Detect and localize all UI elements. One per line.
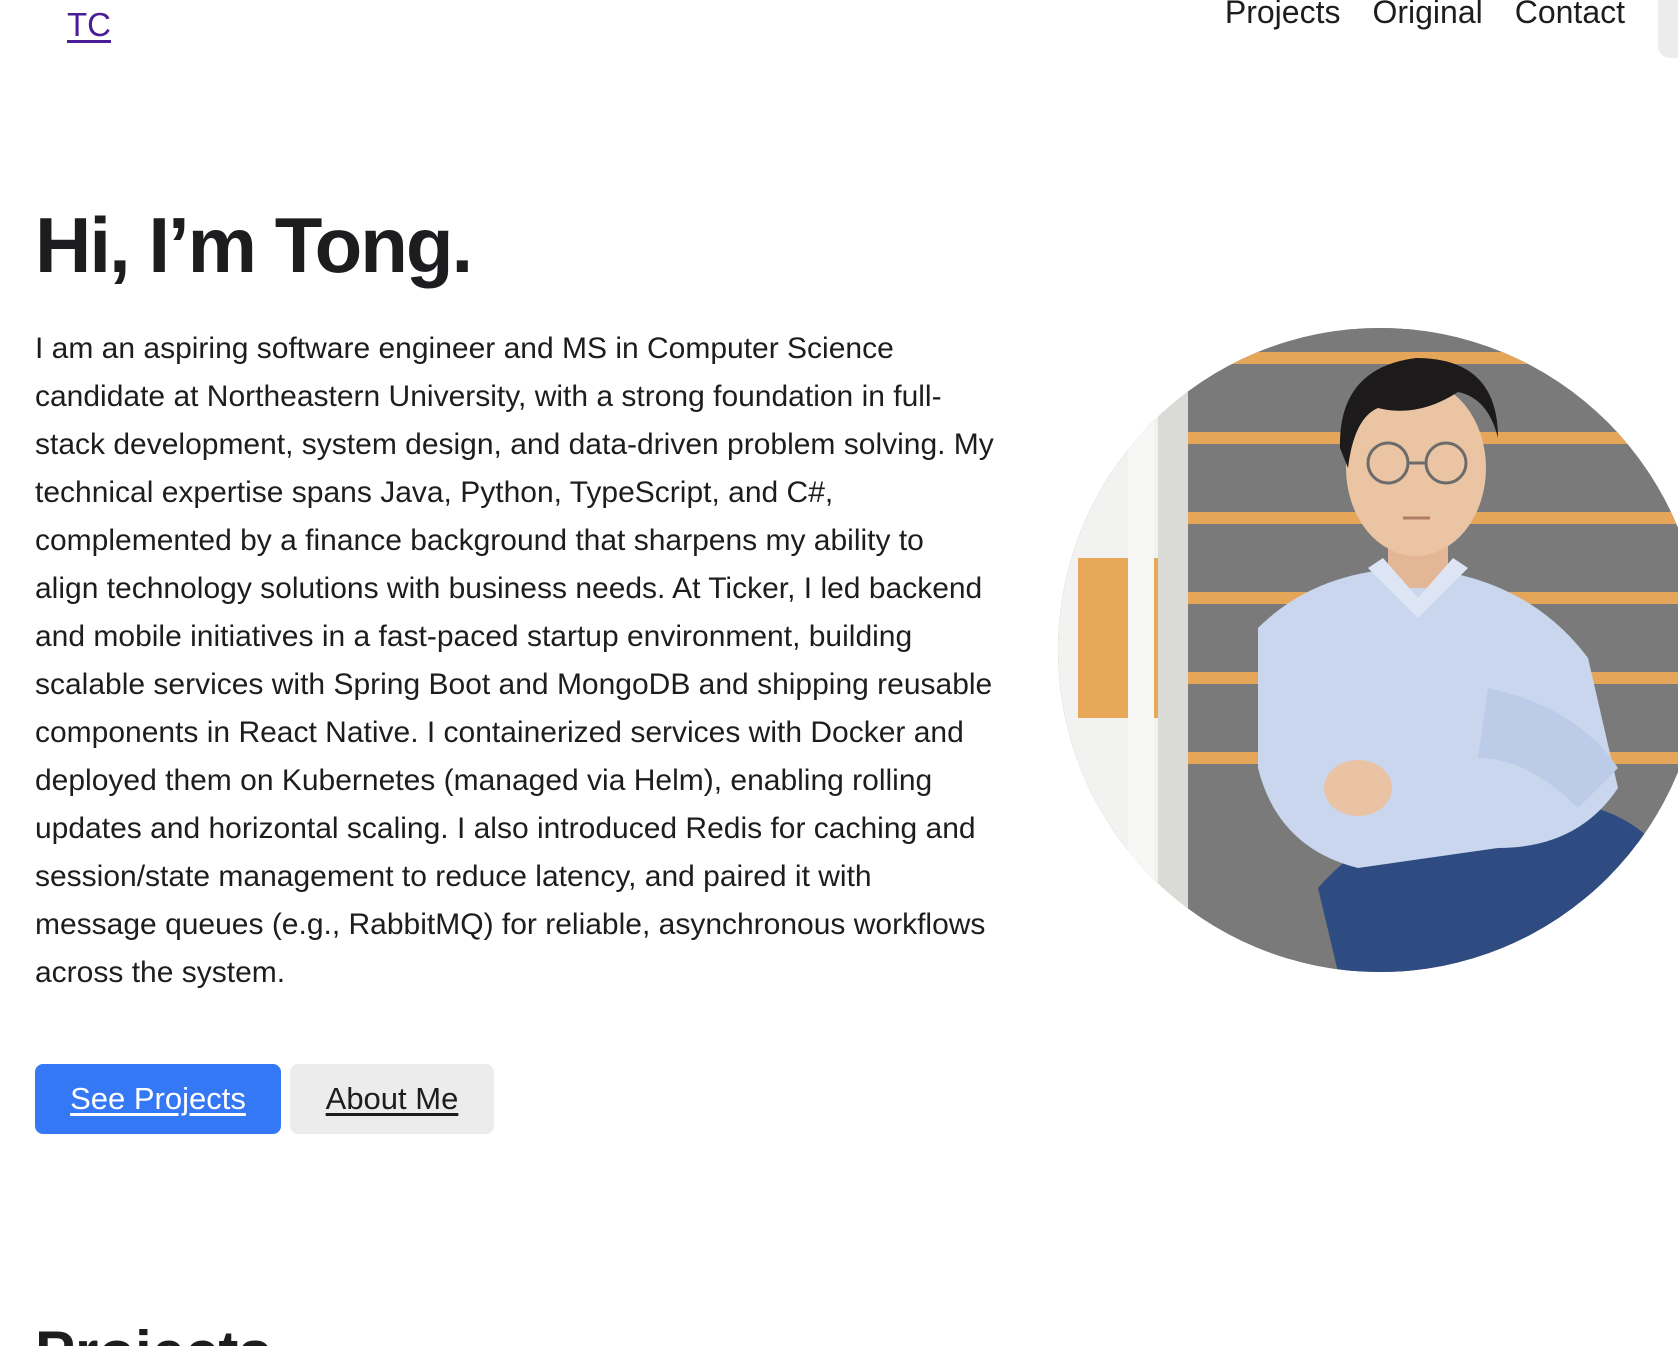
page: TC Projects Original Contact Hi, I’m Ton… [0, 0, 1678, 1346]
hero-title: Hi, I’m Tong. [35, 201, 473, 289]
top-nav: Projects Original Contact [1225, 0, 1625, 31]
scrollbar-thumb[interactable] [1658, 0, 1678, 58]
projects-section-title: Projects [35, 1318, 272, 1346]
nav-link-projects[interactable]: Projects [1225, 0, 1341, 31]
nav-link-original[interactable]: Original [1372, 0, 1482, 31]
profile-photo [1058, 328, 1678, 972]
see-projects-button[interactable]: See Projects [35, 1064, 281, 1134]
about-me-button[interactable]: About Me [290, 1064, 494, 1134]
nav-link-contact[interactable]: Contact [1515, 0, 1625, 31]
hero-intro-paragraph: I am an aspiring software engineer and M… [35, 332, 994, 989]
site-logo-link[interactable]: TC [67, 6, 111, 44]
profile-photo-illustration [1058, 328, 1678, 972]
hero-actions: See Projects About Me [35, 1064, 494, 1134]
